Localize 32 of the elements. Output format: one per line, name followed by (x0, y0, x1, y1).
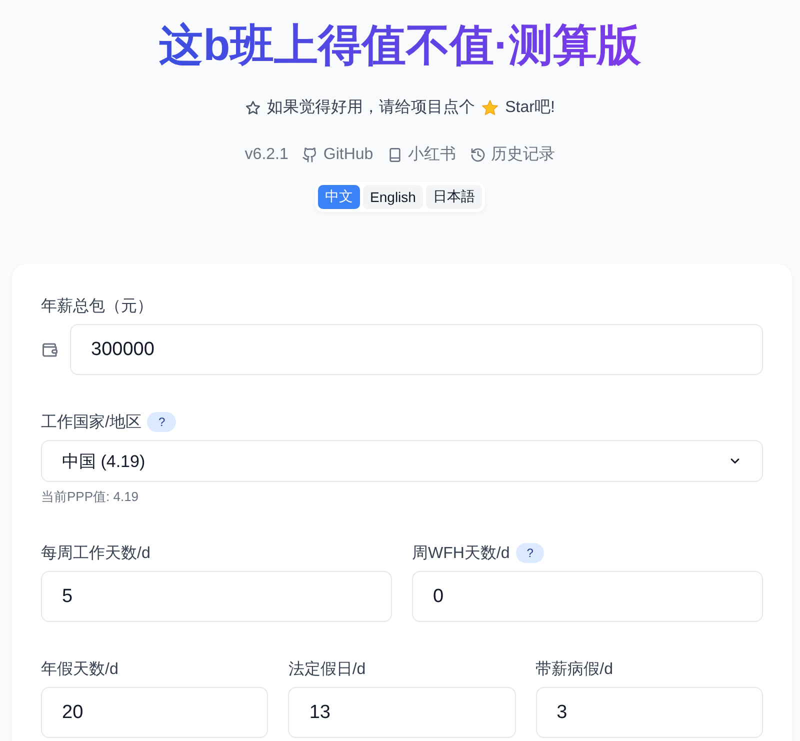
field-label: 周WFH天数/d (412, 544, 510, 564)
input-field[interactable]: 20 (41, 687, 268, 738)
field-label: 年薪总包（元） (41, 296, 153, 316)
language-tab[interactable]: English (363, 185, 423, 209)
language-tab[interactable]: 日本語 (426, 185, 482, 209)
book-icon (387, 146, 404, 162)
github-icon (302, 146, 318, 162)
field-label: 年假天数/d (41, 660, 118, 680)
xiaohongshu-link[interactable]: 小红书 (408, 144, 456, 165)
hint-text: 当前PPP值: 4.19 (41, 488, 140, 506)
star-icon (481, 98, 500, 116)
github-link[interactable]: GitHub (323, 146, 374, 164)
input-field[interactable]: 13 (288, 687, 516, 738)
field-label: 每周工作天数/d (41, 544, 150, 564)
history-link[interactable]: 历史记录 (491, 144, 556, 165)
star-prompt-text: Star吧! (505, 98, 555, 118)
star-icon (245, 100, 262, 116)
input-field[interactable]: 0 (412, 571, 763, 622)
wallet-icon (41, 340, 59, 358)
country-select[interactable]: 中国 (4.19) (41, 440, 763, 482)
version-label: v6.2.1 (244, 146, 288, 164)
input-field[interactable]: 300000 (70, 324, 763, 375)
field-label: 法定假日/d (288, 660, 366, 680)
field-label: 工作国家/地区 (41, 412, 142, 432)
language-tab[interactable]: 中文 (318, 185, 360, 209)
history-icon (470, 146, 486, 162)
help-badge[interactable]: ? (516, 543, 544, 563)
field-label: 带薪病假/d (536, 660, 613, 680)
help-badge[interactable]: ? (147, 412, 176, 432)
input-field[interactable]: 5 (41, 571, 392, 622)
input-field[interactable]: 3 (536, 687, 763, 738)
star-prompt-text: 如果觉得好用，请给项目点个 (267, 98, 476, 118)
